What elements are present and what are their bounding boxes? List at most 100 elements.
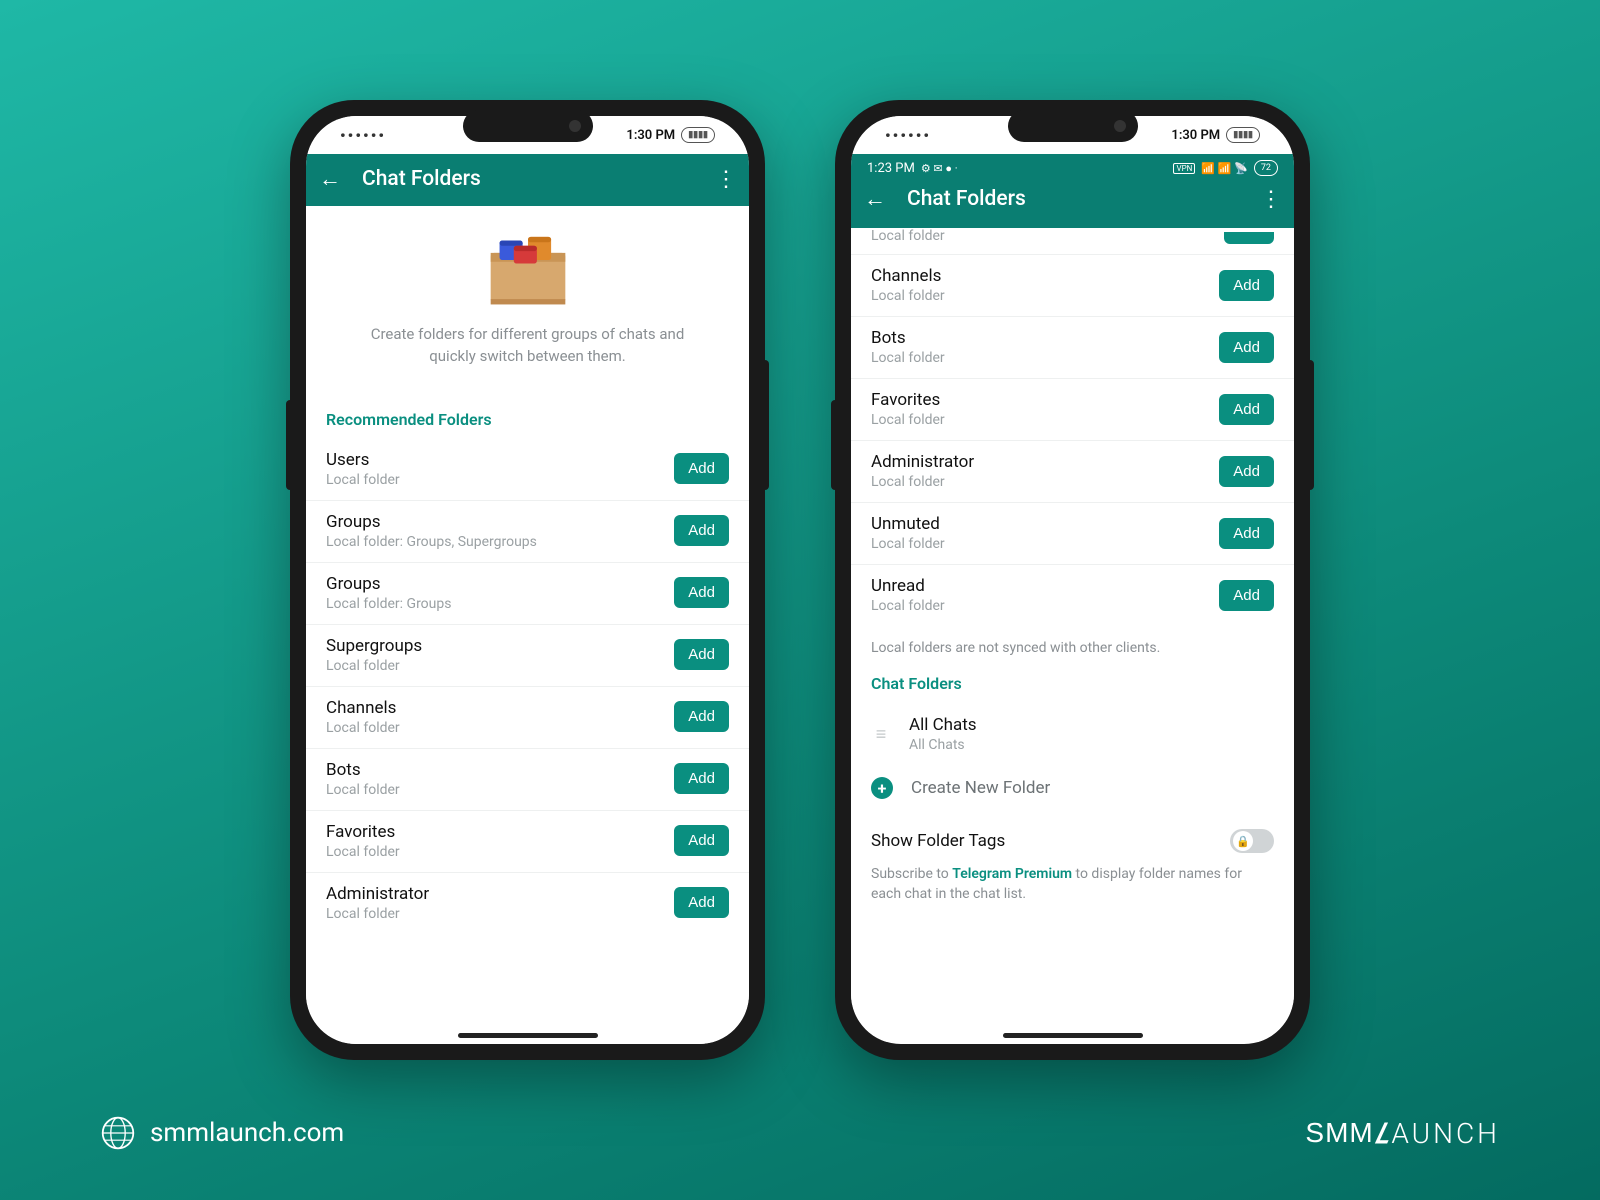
appbar-title: Chat Folders <box>907 187 1026 211</box>
folder-row: Users Local folder Add <box>306 439 749 501</box>
add-button[interactable]: Add <box>674 515 729 546</box>
folder-row: Administrator Local folder Add <box>851 441 1294 503</box>
folder-row: Supergroups Local folder Add <box>306 625 749 687</box>
globe-icon <box>100 1115 136 1151</box>
signal-dots: •••••• <box>885 126 931 145</box>
brand-launch: AUNCH <box>1391 1117 1500 1150</box>
folder-title: Supergroups <box>326 636 422 656</box>
folder-subtitle: Local folder <box>871 288 945 304</box>
folder-title: Administrator <box>871 452 974 472</box>
home-indicator <box>458 1033 598 1038</box>
battery-icon: ▮▮▮▮ <box>681 127 715 143</box>
folder-title: Groups <box>326 574 451 594</box>
add-button[interactable]: Add <box>1219 394 1274 425</box>
folder-row: Bots Local folder Add <box>306 749 749 811</box>
premium-note: Subscribe to Telegram Premium to display… <box>851 859 1294 918</box>
partial-row-top: Local folder <box>851 228 1294 255</box>
mock-time: 1:30 PM <box>626 128 675 143</box>
folder-title: Channels <box>326 698 400 718</box>
phone-notch <box>463 110 593 142</box>
screen-left: •••••• 1:30 PM ▮▮▮▮ ← Chat Folders ⋮ <box>306 116 749 1044</box>
plus-circle-icon[interactable]: + <box>871 777 893 799</box>
drag-handle-icon[interactable]: ≡ <box>871 724 891 745</box>
back-arrow-icon[interactable]: ← <box>318 166 342 192</box>
chat-folders-section-title: Chat Folders <box>851 660 1294 703</box>
all-chats-title: All Chats <box>909 715 977 735</box>
home-indicator <box>1003 1033 1143 1038</box>
appbar-title: Chat Folders <box>362 167 481 191</box>
app-bar: ← Chat Folders ⋮ <box>851 180 1294 228</box>
mock-time: 1:30 PM <box>1171 128 1220 143</box>
folder-subtitle: Local folder <box>871 350 945 366</box>
folder-subtitle: Local folder: Groups, Supergroups <box>326 534 537 550</box>
folder-subtitle: Local folder <box>326 472 400 488</box>
show-folder-tags-row: Show Folder Tags <box>851 811 1294 859</box>
add-button[interactable]: Add <box>1219 580 1274 611</box>
add-button[interactable]: Add <box>1219 456 1274 487</box>
intro-text: Create folders for different groups of c… <box>346 324 709 386</box>
folder-subtitle: Local folder <box>871 474 974 490</box>
folder-title: Unread <box>871 576 945 596</box>
folder-title: Favorites <box>326 822 400 842</box>
partial-row-sub: Local folder <box>871 228 945 244</box>
locked-toggle-icon[interactable] <box>1230 829 1274 853</box>
folder-subtitle: Local folder <box>326 782 400 798</box>
status-icons: ⚙ ✉ ● · <box>921 162 958 175</box>
premium-pre: Subscribe to <box>871 866 952 882</box>
add-button[interactable]: Add <box>1219 518 1274 549</box>
folder-title: Administrator <box>326 884 429 904</box>
phone-left: •••••• 1:30 PM ▮▮▮▮ ← Chat Folders ⋮ <box>290 100 765 1060</box>
kebab-menu-icon[interactable]: ⋮ <box>1260 187 1282 212</box>
content-scroll[interactable]: Create folders for different groups of c… <box>306 206 749 1044</box>
folder-row: Groups Local folder: Groups, Supergroups… <box>306 501 749 563</box>
folder-subtitle: Local folder <box>326 906 429 922</box>
folder-row: Channels Local folder Add <box>851 255 1294 317</box>
signal-icon: 📶 📶 📡 <box>1201 162 1248 175</box>
brand-logo: SMMⳐAUNCH <box>1305 1114 1500 1152</box>
add-button[interactable]: Add <box>674 763 729 794</box>
folder-row: Unmuted Local folder Add <box>851 503 1294 565</box>
folder-row: Bots Local folder Add <box>851 317 1294 379</box>
content-scroll[interactable]: Local folder Channels Local folder Add B… <box>851 228 1294 1042</box>
create-new-label: Create New Folder <box>911 778 1050 798</box>
footer-url-block: smmlaunch.com <box>100 1115 344 1151</box>
folder-title: Users <box>326 450 400 470</box>
folder-subtitle: Local folder <box>326 720 400 736</box>
footer: smmlaunch.com SMMⳐAUNCH <box>0 1114 1600 1152</box>
add-button[interactable]: Add <box>674 453 729 484</box>
battery-icon: ▮▮▮▮ <box>1226 127 1260 143</box>
battery-pct: 72 <box>1254 160 1278 176</box>
folder-row: Favorites Local folder Add <box>851 379 1294 441</box>
add-button[interactable]: Add <box>1219 332 1274 363</box>
app-bar: ← Chat Folders ⋮ <box>306 154 749 206</box>
add-button[interactable]: Add <box>674 639 729 670</box>
add-button[interactable]: Add <box>674 577 729 608</box>
recommended-section-title: Recommended Folders <box>306 396 749 439</box>
add-button[interactable]: Add <box>1219 270 1274 301</box>
folder-row: Administrator Local folder Add <box>306 873 749 934</box>
folder-title: Bots <box>326 760 400 780</box>
folder-row: Favorites Local folder Add <box>306 811 749 873</box>
phone-notch <box>1008 110 1138 142</box>
folder-illustration: Create folders for different groups of c… <box>306 206 749 396</box>
folder-subtitle: Local folder: Groups <box>326 596 451 612</box>
android-status-bar: 1:23 PM ⚙ ✉ ● · VPN 📶 📶 📡 72 <box>851 154 1294 180</box>
add-button[interactable]: Add <box>674 701 729 732</box>
folder-subtitle: Local folder <box>326 844 400 860</box>
folder-title: Groups <box>326 512 537 532</box>
screen-right: •••••• 1:30 PM ▮▮▮▮ 1:23 PM ⚙ ✉ ● · VPN … <box>851 116 1294 1044</box>
signal-dots: •••••• <box>340 126 386 145</box>
telegram-premium-link[interactable]: Telegram Premium <box>952 866 1072 882</box>
add-button[interactable]: Add <box>674 887 729 918</box>
create-new-folder-row[interactable]: + Create New Folder <box>851 765 1294 811</box>
all-chats-row[interactable]: ≡ All Chats All Chats <box>851 703 1294 765</box>
back-arrow-icon[interactable]: ← <box>863 186 887 212</box>
folder-subtitle: Local folder <box>871 412 945 428</box>
kebab-menu-icon[interactable]: ⋮ <box>715 167 737 192</box>
show-folder-tags-label: Show Folder Tags <box>871 831 1005 851</box>
brand-smm: SMM <box>1305 1117 1373 1149</box>
folder-subtitle: Local folder <box>326 658 422 674</box>
partial-add-btn[interactable] <box>1224 232 1274 244</box>
folder-subtitle: Local folder <box>871 598 945 614</box>
add-button[interactable]: Add <box>674 825 729 856</box>
